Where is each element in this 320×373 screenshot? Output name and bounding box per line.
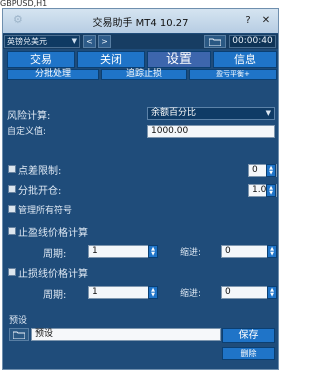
manage-all-checkbox[interactable] [8,205,16,213]
arrow-down-icon: ▼ [269,170,273,176]
risk-calc-label: 风险计算: [7,111,51,122]
server-time: 00:00:40 [229,35,276,48]
title-bar: ⚙ 交易助手 MT4 10.27 ? ✕ [3,9,278,33]
chart-symbol-caption: GBPUSD,H1 [0,0,48,8]
tp-indent-stepper[interactable]: ▲ ▼ [267,245,277,258]
window-title: 交易助手 MT4 10.27 [92,18,189,29]
tab-settings[interactable]: 设置 [147,51,211,68]
close-window-button[interactable]: ✕ [259,15,273,27]
tab-trailing[interactable]: 追踪止损 [101,69,187,80]
help-button[interactable]: ? [241,15,255,27]
tp-indent-label: 缩进: [180,248,202,258]
next-symbol-button[interactable]: > [98,35,111,48]
tab-info[interactable]: 信息 [213,51,277,68]
tp-period-input[interactable]: 1 [88,245,156,258]
split-open-stepper[interactable]: ▲ ▼ [266,184,276,197]
tp-period-label: 周期: [43,249,67,260]
open-folder-button[interactable] [204,35,226,48]
tab-batch[interactable]: 分批处理 [7,69,99,80]
tab-close[interactable]: 关闭 [77,51,145,68]
sl-calc-checkbox[interactable] [8,268,16,276]
sl-period-stepper[interactable]: ▲ ▼ [148,286,158,299]
tab-trade[interactable]: 交易 [7,51,75,68]
preset-open-button[interactable] [9,328,29,341]
sl-period-label: 周期: [43,290,67,301]
save-preset-button[interactable]: 保存 [222,328,275,343]
slippage-label: 点差限制: [18,166,62,177]
tab-bar: 交易 关闭 设置 信息 分批处理 追踪止损 盈亏平衡+ [3,51,278,81]
symbol-select[interactable]: 英镑兑美元 ▼ [4,35,80,48]
tp-calc-checkbox[interactable] [8,227,16,235]
folder-icon [13,331,25,339]
delete-preset-button[interactable]: 删除 [222,347,275,360]
slippage-stepper[interactable]: ▲ ▼ [266,164,276,177]
tp-calc-label: 止盈线价格计算 [18,228,88,239]
preset-label: 预设 [9,316,28,326]
risk-mode-value: 余额百分比 [151,108,197,118]
sl-indent-label: 缩进: [180,289,202,299]
risk-mode-select[interactable]: 余额百分比 ▼ [147,107,275,120]
arrow-down-icon: ▼ [269,190,273,196]
custom-value-label: 自定义值: [7,127,47,137]
sl-indent-stepper[interactable]: ▲ ▼ [267,286,277,299]
custom-value-input[interactable]: 1000.00 [147,125,275,138]
trade-assistant-window: ⚙ 交易助手 MT4 10.27 ? ✕ 英镑兑美元 ▼ < > 00:00:4… [2,8,279,370]
split-open-label: 分批开仓: [18,186,62,197]
toolbar: 英镑兑美元 ▼ < > 00:00:40 [3,34,278,49]
folder-icon [209,38,221,46]
tab-breakeven[interactable]: 盈亏平衡+ [189,69,277,80]
prev-symbol-button[interactable]: < [83,35,96,48]
arrow-down-icon: ▼ [270,292,274,298]
arrow-down-icon: ▼ [151,292,155,298]
sl-period-input[interactable]: 1 [88,286,156,299]
preset-name-input[interactable]: 预设 [31,328,221,341]
sl-calc-label: 止损线价格计算 [18,269,88,280]
tp-period-stepper[interactable]: ▲ ▼ [148,245,158,258]
manage-all-label: 管理所有符号 [18,206,73,216]
arrow-down-icon: ▼ [151,251,155,257]
chevron-down-icon: ▼ [265,109,271,117]
arrow-down-icon: ▼ [270,251,274,257]
slippage-checkbox[interactable] [8,165,16,173]
chevron-down-icon: ▼ [71,37,77,45]
split-open-checkbox[interactable] [8,185,16,193]
symbol-select-value: 英镑兑美元 [7,37,47,46]
